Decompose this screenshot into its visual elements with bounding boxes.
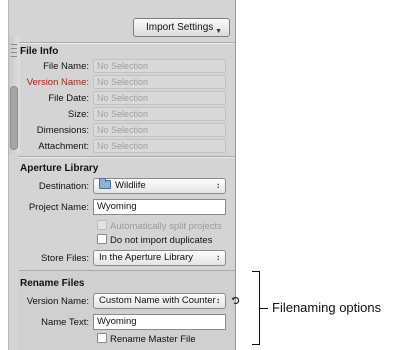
callout-label: Filenaming options: [272, 300, 382, 315]
version-name-label: Version Name:: [26, 77, 89, 88]
size-label: Size:: [67, 109, 89, 120]
import-panel: Import Settings ▼ File Info File Name: N…: [8, 0, 240, 350]
scroll-grip-line: [11, 52, 17, 53]
revert-arrow-icon[interactable]: [231, 295, 241, 305]
version-name-popup[interactable]: Custom Name with Counter ↕: [93, 293, 226, 309]
import-settings-label: Import Settings: [146, 22, 214, 33]
chevron-down-icon: ▼: [215, 28, 222, 35]
up-down-arrows-icon: ↕: [216, 296, 220, 305]
rename-master-label: Rename Master File: [110, 334, 196, 345]
aperture-library-title: Aperture Library: [20, 163, 99, 174]
version-name-field: No Selection: [93, 75, 226, 89]
project-name-input[interactable]: Wyoming: [93, 199, 226, 215]
callout-bracket-tick: [260, 308, 268, 309]
no-duplicates-checkbox-row[interactable]: Do not import duplicates: [97, 234, 212, 246]
version-name-preset-label: Version Name:: [26, 296, 89, 307]
file-date-label: File Date:: [48, 93, 89, 104]
dimensions-label: Dimensions:: [36, 125, 89, 136]
no-duplicates-label: Do not import duplicates: [110, 235, 213, 246]
project-name-label: Project Name:: [28, 202, 89, 213]
name-text-input[interactable]: Wyoming: [93, 314, 226, 330]
name-text-label: Name Text:: [41, 317, 89, 328]
no-duplicates-checkbox[interactable]: [97, 234, 107, 244]
rename-master-checkbox[interactable]: [97, 333, 107, 343]
up-down-arrows-icon: ↕: [216, 253, 220, 262]
size-field: No Selection: [93, 107, 226, 121]
store-files-popup[interactable]: In the Aperture Library ↕: [93, 250, 226, 266]
version-name-preset-value: Custom Name with Counter: [99, 295, 216, 306]
auto-split-checkbox-row[interactable]: Automatically split projects: [97, 220, 222, 232]
store-files-label: Store Files:: [40, 253, 89, 264]
scroll-grip-line: [11, 56, 17, 57]
callout-bracket: [252, 271, 260, 345]
file-info-title: File Info: [20, 46, 59, 57]
section-divider-light: [19, 157, 235, 158]
folder-icon: [99, 178, 111, 189]
auto-split-checkbox[interactable]: [97, 220, 107, 230]
destination-popup[interactable]: Wildlife ↕: [93, 178, 226, 194]
file-date-field: No Selection: [93, 91, 226, 105]
scroll-grip-line: [11, 48, 17, 49]
dimensions-field: No Selection: [93, 123, 226, 137]
attachment-field: No Selection: [93, 139, 226, 153]
auto-split-label: Automatically split projects: [110, 221, 222, 232]
file-name-field: No Selection: [93, 59, 226, 73]
scroll-grip-line: [11, 44, 17, 45]
rename-master-checkbox-row[interactable]: Rename Master File: [97, 333, 196, 345]
rename-files-title: Rename Files: [20, 278, 85, 289]
import-settings-button[interactable]: Import Settings ▼: [133, 18, 230, 37]
store-files-value: In the Aperture Library: [99, 252, 193, 263]
file-name-label: File Name:: [43, 61, 89, 72]
up-down-arrows-icon: ↕: [216, 181, 220, 190]
destination-value: Wildlife: [115, 180, 146, 191]
destination-label: Destination:: [38, 181, 89, 192]
attachment-label: Attachment:: [38, 141, 89, 152]
section-divider-light: [19, 43, 235, 44]
